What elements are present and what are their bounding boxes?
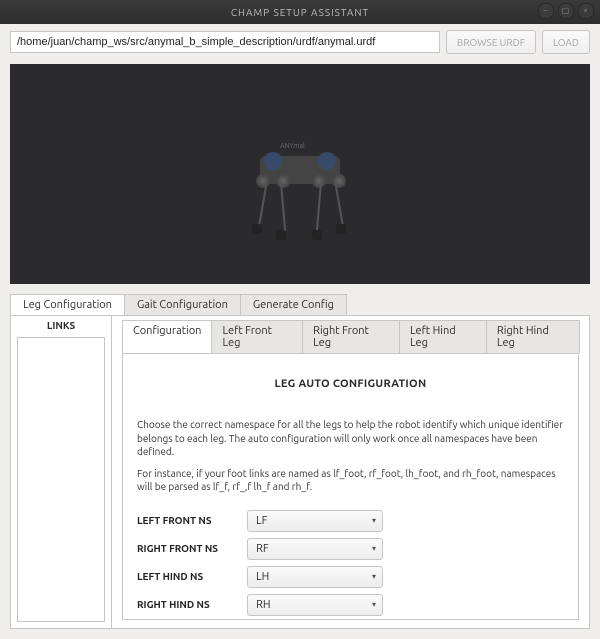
robot-joint-icon (276, 174, 290, 188)
robot-hip-icon (318, 152, 336, 170)
robot-badge: ANYmal (280, 142, 305, 150)
inner-tab-strip: Configuration Left Front Leg Right Front… (122, 320, 579, 353)
window-title: CHAMP SETUP ASSISTANT (231, 7, 369, 18)
urdf-path-input[interactable] (10, 31, 440, 53)
outer-tab-strip: Leg Configuration Gait Configuration Gen… (10, 294, 590, 315)
chevron-down-icon: ▾ (372, 572, 376, 581)
robot-leg-icon (280, 181, 286, 231)
dropdown-value: LH (256, 571, 269, 583)
dropdown-value: LF (256, 515, 267, 527)
minimize-button[interactable]: – (538, 3, 554, 19)
chevron-down-icon: ▾ (372, 600, 376, 609)
dropdown-right-hind-ns[interactable]: RH ▾ (247, 594, 383, 616)
row-right-hind-ns: RIGHT HIND NS RH ▾ (137, 594, 564, 616)
robot-render: ANYmal (210, 126, 390, 246)
robot-foot-icon (276, 230, 286, 240)
tab-leg-configuration[interactable]: Leg Configuration (10, 294, 125, 315)
label-right-hind-ns: RIGHT HIND NS (137, 599, 247, 610)
tab-right-hind-leg[interactable]: Right Hind Leg (486, 320, 580, 353)
tab-gait-configuration[interactable]: Gait Configuration (124, 294, 241, 315)
robot-foot-icon (336, 224, 346, 234)
maximize-button[interactable]: ▢ (558, 3, 574, 19)
window-controls: – ▢ × (538, 3, 594, 19)
robot-leg-icon (316, 181, 322, 231)
close-button[interactable]: × (578, 3, 594, 19)
browse-urdf-button[interactable]: BROWSE URDF (446, 30, 536, 54)
label-right-front-ns: RIGHT FRONT NS (137, 543, 247, 554)
help-text-2: For instance, if your foot links are nam… (137, 467, 564, 494)
dropdown-left-hind-ns[interactable]: LH ▾ (247, 566, 383, 588)
config-pane: Configuration Left Front Leg Right Front… (112, 316, 589, 628)
label-left-front-ns: LEFT FRONT NS (137, 515, 247, 526)
label-left-hind-ns: LEFT HIND NS (137, 571, 247, 582)
links-pane: LINKS (11, 316, 112, 628)
robot-foot-icon (312, 230, 322, 240)
row-left-hind-ns: LEFT HIND NS LH ▾ (137, 566, 564, 588)
links-list[interactable] (17, 337, 105, 622)
namespace-form: LEFT FRONT NS LF ▾ RIGHT FRONT NS RF ▾ (137, 510, 564, 616)
robot-hip-icon (264, 152, 282, 170)
titlebar: CHAMP SETUP ASSISTANT – ▢ × (0, 0, 600, 24)
tab-generate-config[interactable]: Generate Config (240, 294, 347, 315)
dropdown-value: RH (256, 599, 271, 611)
help-text-1: Choose the correct namespace for all the… (137, 418, 564, 459)
links-header: LINKS (11, 316, 111, 335)
load-button[interactable]: LOAD (542, 30, 590, 54)
tab-left-front-leg[interactable]: Left Front Leg (211, 320, 303, 353)
dropdown-right-front-ns[interactable]: RF ▾ (247, 538, 383, 560)
row-right-front-ns: RIGHT FRONT NS RF ▾ (137, 538, 564, 560)
section-title: LEG AUTO CONFIGURATION (137, 378, 564, 390)
chevron-down-icon: ▾ (372, 516, 376, 525)
tab-configuration[interactable]: Configuration (122, 320, 212, 353)
tab-left-hind-leg[interactable]: Left Hind Leg (399, 320, 487, 353)
chevron-down-icon: ▾ (372, 544, 376, 553)
dropdown-left-front-ns[interactable]: LF ▾ (247, 510, 383, 532)
outer-panel: LINKS Configuration Left Front Leg Right… (10, 315, 590, 629)
toolbar: BROWSE URDF LOAD (0, 24, 600, 58)
tab-right-front-leg[interactable]: Right Front Leg (302, 320, 400, 353)
app-window: CHAMP SETUP ASSISTANT – ▢ × BROWSE URDF … (0, 0, 600, 639)
configuration-panel: LEG AUTO CONFIGURATION Choose the correc… (122, 353, 579, 620)
robot-3d-viewport[interactable]: ANYmal (10, 64, 590, 284)
robot-foot-icon (252, 224, 262, 234)
row-left-front-ns: LEFT FRONT NS LF ▾ (137, 510, 564, 532)
dropdown-value: RF (256, 543, 269, 555)
